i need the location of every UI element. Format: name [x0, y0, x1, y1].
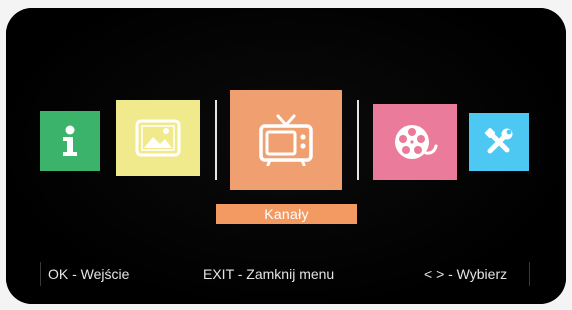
separator-left	[215, 100, 217, 180]
film-reel-icon	[392, 122, 438, 162]
help-bar: OK - Wejście EXIT - Zamknij menu < > - W…	[40, 262, 530, 286]
tools-icon	[483, 126, 515, 158]
main-menu: Kanały OK - Wejście EXIT - Zamknij menu …	[6, 8, 566, 304]
help-ok-hint: OK - Wejście	[48, 266, 130, 282]
menu-item-channels[interactable]	[230, 90, 342, 190]
menu-item-info[interactable]	[40, 111, 100, 171]
media-icon	[135, 119, 181, 157]
info-icon	[57, 124, 83, 158]
tv-screen: Kanały OK - Wejście EXIT - Zamknij menu …	[6, 8, 566, 304]
tv-icon	[258, 114, 314, 166]
menu-item-media[interactable]	[116, 100, 200, 176]
selected-item-label: Kanały	[216, 204, 357, 224]
help-exit-hint: EXIT - Zamknij menu	[203, 266, 335, 282]
menu-item-settings[interactable]	[469, 113, 529, 171]
separator-right	[357, 100, 359, 180]
menu-item-games[interactable]	[373, 104, 457, 180]
help-navigate-hint: < > - Wybierz	[424, 266, 508, 282]
